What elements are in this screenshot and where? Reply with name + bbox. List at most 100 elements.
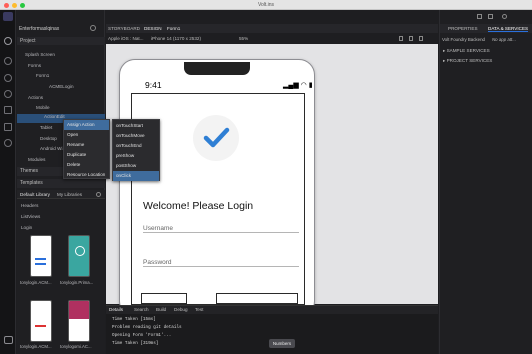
project-label: Project [20, 38, 36, 44]
window-title-bar: Volt.ins [0, 0, 532, 10]
editor-toolbar: Apple iOS : Nat... iPhone 14 (1170 x 253… [106, 34, 438, 43]
tab-data-services[interactable]: DATA & SERVICES [488, 26, 529, 32]
submenu-item-postshow[interactable]: postShow [113, 161, 159, 171]
submenu-item-ontouchend[interactable]: onTouchEnd [113, 141, 159, 151]
search-icon[interactable] [90, 25, 96, 31]
section-project-services[interactable]: ▸ PROJECT SERVICES [443, 58, 492, 64]
tab-properties[interactable]: PROPERTIES [448, 26, 478, 31]
chat-icon[interactable] [4, 336, 13, 344]
library-search-icon[interactable] [96, 192, 101, 197]
toolbar-icon[interactable] [409, 36, 413, 41]
tree-item-form1[interactable]: Form1 [36, 73, 49, 78]
template-thumbnail[interactable] [68, 235, 90, 277]
template-label: tonylogin.ACM... [20, 280, 52, 285]
tab-my-libraries[interactable]: My Libraries [57, 192, 82, 197]
menu-item-assign-action[interactable]: Assign Action [64, 120, 109, 130]
library-item-headers[interactable]: Headers [21, 203, 38, 208]
tree-item-forms[interactable]: Forms [28, 63, 41, 68]
user-icon[interactable] [502, 14, 507, 19]
section-sample-services[interactable]: ▸ SAMPLE SERVICES [443, 48, 490, 54]
submenu-item-ontouchmove[interactable]: onTouchMove [113, 131, 159, 141]
tab-details[interactable]: Details [109, 307, 123, 312]
template-thumbnail[interactable] [68, 300, 90, 342]
tab-search[interactable]: Search [134, 307, 149, 312]
tree-item-mobile[interactable]: Mobile [36, 105, 50, 110]
log-line: Time Taken [15ms] [112, 317, 156, 322]
play-icon[interactable] [4, 74, 12, 82]
tab-default-library[interactable]: Default Library [20, 192, 50, 197]
grid-icon[interactable] [4, 123, 12, 131]
project-icon[interactable] [4, 37, 12, 45]
log-line: Opening Form 'Form1'... [112, 333, 172, 338]
activity-rail [0, 10, 16, 354]
numbers-tooltip: Numbers [269, 339, 295, 348]
menu-item-rename[interactable]: Rename [64, 140, 109, 150]
menu-item-resource-location[interactable]: Resource Location [64, 170, 109, 180]
template-thumbnail[interactable] [30, 300, 52, 342]
template-thumbnail[interactable] [30, 235, 52, 277]
phone-notch [184, 62, 250, 75]
section-label: PROJECT SERVICES [446, 58, 493, 63]
menu-item-duplicate[interactable]: Duplicate [64, 150, 109, 160]
tree-item-desktop[interactable]: Desktop [40, 136, 57, 141]
menu-item-open[interactable]: Open [64, 130, 109, 140]
properties-panel: PROPERTIES DATA & SERVICES Volt Foundry … [439, 10, 532, 354]
welcome-heading: Welcome! Please Login [143, 200, 254, 212]
tab-storyboard[interactable]: STORYBOARD [108, 26, 140, 31]
layout-icon[interactable] [488, 14, 493, 19]
template-label: tonylogomi.AC... [60, 344, 92, 349]
template-label: tonylogin.Prima... [60, 280, 94, 285]
zoom-select[interactable]: 55% [239, 36, 248, 41]
settings-icon[interactable] [4, 139, 12, 147]
tree-item-tablet[interactable]: Tablet [40, 125, 52, 130]
right-tabs: PROPERTIES DATA & SERVICES [440, 24, 532, 33]
context-menu: Assign Action Open Rename Duplicate Dele… [63, 119, 110, 179]
password-field[interactable]: Password [143, 259, 299, 267]
register-button[interactable] [216, 293, 298, 304]
tree-item-splash[interactable]: Splash Screen [25, 52, 55, 57]
history-icon[interactable] [4, 90, 12, 98]
tab-test[interactable]: Test [195, 307, 203, 312]
device-select[interactable]: iPhone 14 (1170 x 2532) [151, 36, 201, 41]
tab-debug[interactable]: Debug [174, 307, 188, 312]
library-item-listviews[interactable]: ListViews [21, 214, 40, 219]
project-header[interactable]: Project [17, 37, 105, 45]
template-label: tonylogin.ACM... [20, 344, 52, 349]
status-icons: ▂▄▆ ◠ ▮ [283, 82, 313, 89]
app-logo-icon [3, 12, 13, 21]
toolbar-icon[interactable] [399, 36, 403, 41]
toolbar-icon[interactable] [419, 36, 423, 41]
submenu-item-onclick[interactable]: onClick [113, 171, 159, 181]
submenu-item-ontouchstart[interactable]: onTouchStart [113, 121, 159, 131]
section-label: SAMPLE SERVICES [446, 48, 490, 53]
menu-item-delete[interactable]: Delete [64, 160, 109, 170]
tab-form1[interactable]: Form1 [167, 26, 180, 31]
search-input[interactable]: Enterformaslqinax [19, 26, 89, 34]
checkmark-icon [193, 115, 239, 161]
console-tabs: Details Search Build Debug Test [106, 306, 438, 314]
username-field[interactable]: Username [143, 225, 299, 233]
editor-tab-bar: STORYBOARD DESIGN Form1 [106, 24, 438, 33]
components-icon[interactable] [4, 106, 12, 114]
backend-label: Volt Foundry Backend [442, 37, 485, 42]
window-title: Volt.ins [257, 2, 275, 8]
tree-item-actions[interactable]: Actions [28, 95, 43, 100]
tab-build[interactable]: Build [156, 307, 166, 312]
assign-action-submenu: onTouchStart onTouchMove onTouchEnd preS… [112, 119, 160, 181]
tree-item-modules[interactable]: Modules [28, 157, 45, 162]
status-time: 9:41 [145, 80, 162, 90]
library-item-login[interactable]: Login [21, 225, 32, 230]
library-tabs: Default Library My Libraries [17, 190, 105, 199]
backend-value[interactable]: No app att... [492, 37, 516, 42]
add-icon[interactable] [4, 57, 12, 65]
login-button[interactable] [141, 293, 187, 304]
submenu-item-preshow[interactable]: preShow [113, 151, 159, 161]
layout-icon[interactable] [477, 14, 482, 19]
platform-select[interactable]: Apple iOS : Nat... [108, 36, 144, 41]
templates-header[interactable]: Templates [17, 179, 105, 188]
tab-design[interactable]: DESIGN [144, 26, 162, 31]
log-line: Problem reading git details [112, 325, 182, 330]
log-line: Time Taken [319ms] [112, 341, 159, 346]
tree-item-acmelogin[interactable]: ACMELogin [49, 84, 74, 89]
library-panel: Default Library My Libraries Headers Lis… [17, 190, 105, 354]
